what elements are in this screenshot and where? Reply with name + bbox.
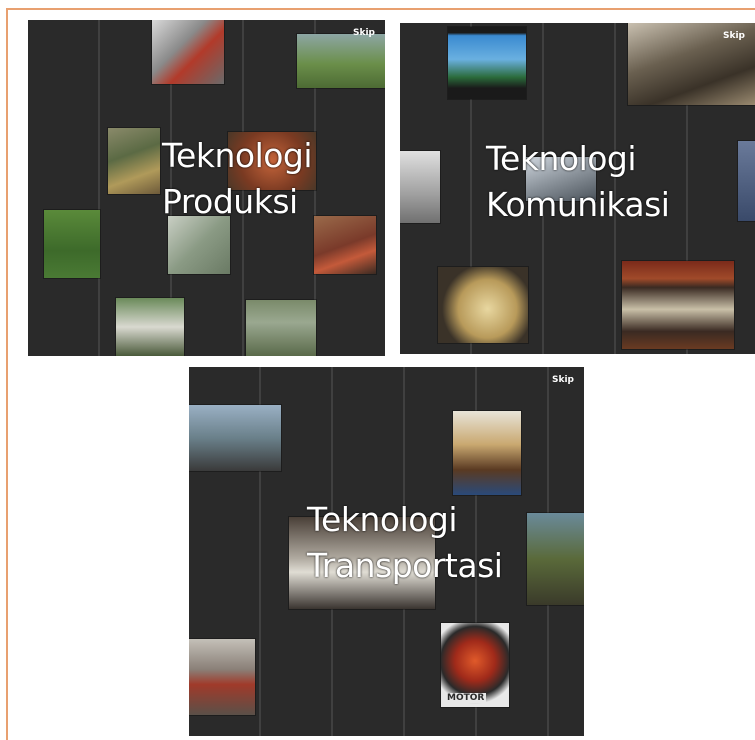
rice-planter-photo (44, 210, 100, 278)
bicycle-photo (189, 639, 255, 715)
fax-machine-photo (400, 151, 440, 223)
panel-title: Teknologi Produksi (162, 136, 313, 221)
rotary-phone-photo (438, 267, 528, 343)
skip-button[interactable]: Skip (552, 375, 574, 385)
panel-produksi: Teknologi Produksi Skip (28, 20, 385, 356)
panel-komunikasi: Teknologi Komunikasi Skip (400, 23, 755, 354)
tractor-photo (152, 20, 224, 84)
motorcycle-photo: MOTOR (441, 623, 509, 707)
sailing-ship-photo (453, 411, 521, 495)
radio-photo (622, 261, 734, 349)
skip-button[interactable]: Skip (353, 28, 375, 38)
panel-title: Teknologi Transportasi (307, 500, 503, 585)
television-photo (448, 27, 526, 99)
weaving-photo (314, 216, 376, 274)
panel-title: Teknologi Komunikasi (486, 139, 670, 224)
buffalo-plough-photo (246, 300, 316, 356)
grain-mill-photo (108, 128, 160, 194)
rice-field-photo (297, 34, 385, 88)
panel-transportasi: MOTOR Teknologi Transportasi Skip (189, 367, 584, 736)
motor-label: MOTOR (445, 693, 487, 703)
helicopter-photo (189, 405, 281, 471)
skip-button[interactable]: Skip (723, 31, 745, 41)
truck-photo (527, 513, 584, 605)
harvest-photo (116, 298, 184, 356)
phone-box-photo (738, 141, 755, 221)
